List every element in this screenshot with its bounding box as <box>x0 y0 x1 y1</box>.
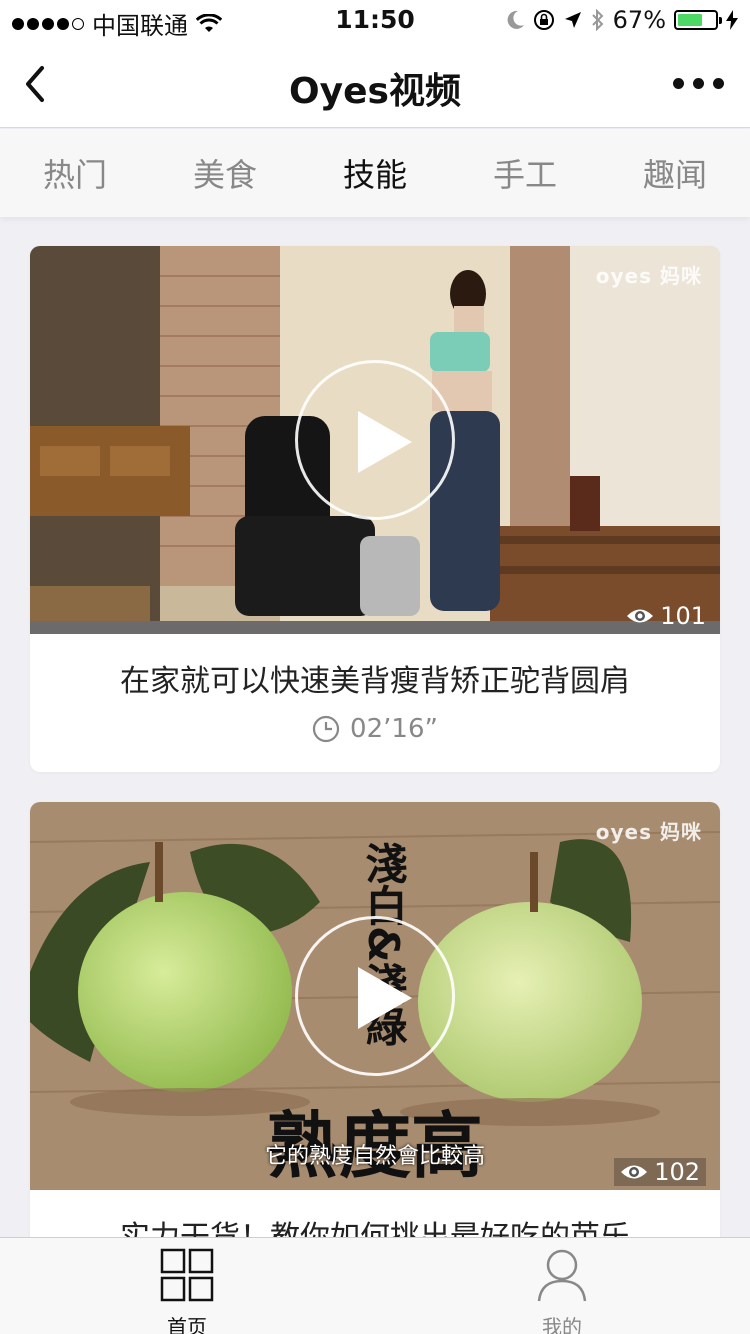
tabbar-home[interactable]: 首页 <box>127 1248 247 1334</box>
brand-watermark: oyes 妈咪 <box>595 264 702 288</box>
duration-value: 02’16” <box>350 714 438 744</box>
more-options-icon[interactable] <box>673 78 724 89</box>
tab-hot[interactable]: 热门 <box>23 150 127 196</box>
play-button-icon[interactable] <box>295 916 455 1076</box>
video-duration: 02’16” <box>30 700 720 772</box>
play-button-icon[interactable] <box>295 360 455 520</box>
location-arrow-icon <box>564 12 581 28</box>
video-thumbnail[interactable]: oyes 妈咪 101 <box>30 246 720 634</box>
clock-icon <box>312 715 340 743</box>
user-profile-icon <box>537 1249 587 1302</box>
eye-icon <box>627 609 654 623</box>
view-count-value: 101 <box>660 602 706 630</box>
video-thumbnail[interactable]: oyes 妈咪 淺白&淺綠 熟度高 它的熟度自然會比較高 102 <box>30 802 720 1190</box>
rotation-lock-icon <box>533 10 554 30</box>
moon-icon <box>507 10 524 29</box>
view-count: 101 <box>626 602 706 630</box>
tab-skills[interactable]: 技能 <box>323 150 427 196</box>
tabbar-home-label: 首页 <box>167 1315 207 1334</box>
eye-icon <box>621 1165 648 1179</box>
navigation-bar: Oyes视频 <box>0 40 750 128</box>
view-count-value: 102 <box>654 1158 700 1186</box>
video-card[interactable]: oyes 妈咪 101 在家就可以快速美背瘦背矫正驼背圆肩 02’16” <box>30 246 720 772</box>
tab-food[interactable]: 美食 <box>173 150 277 196</box>
bluetooth-icon <box>591 9 604 31</box>
tabbar-mine-label: 我的 <box>542 1315 582 1334</box>
status-bar: 中国联通 11:50 67% <box>0 0 750 40</box>
tabbar-mine[interactable]: 我的 <box>502 1248 622 1334</box>
brand-watermark: oyes 妈咪 <box>595 820 702 844</box>
page-title: Oyes视频 <box>289 71 461 112</box>
bottom-tab-bar: 首页 我的 <box>0 1237 750 1334</box>
charging-bolt-icon <box>726 10 738 30</box>
battery-icon <box>674 10 722 30</box>
view-count: 102 <box>614 1158 706 1186</box>
battery-percent: 67% <box>612 6 666 34</box>
grid-home-icon <box>160 1248 214 1302</box>
video-feed: oyes 妈咪 101 在家就可以快速美背瘦背矫正驼背圆肩 02’16” oye… <box>30 246 720 1286</box>
category-tabs: 热门 美食 技能 手工 趣闻 <box>0 129 750 217</box>
tab-handcraft[interactable]: 手工 <box>473 150 577 196</box>
video-title[interactable]: 在家就可以快速美背瘦背矫正驼背圆肩 <box>30 634 720 700</box>
status-right: 67% <box>507 6 738 34</box>
tab-fun-news[interactable]: 趣闻 <box>623 150 727 196</box>
video-card[interactable]: oyes 妈咪 淺白&淺綠 熟度高 它的熟度自然會比較高 102 实力干货！教你… <box>30 802 720 1256</box>
